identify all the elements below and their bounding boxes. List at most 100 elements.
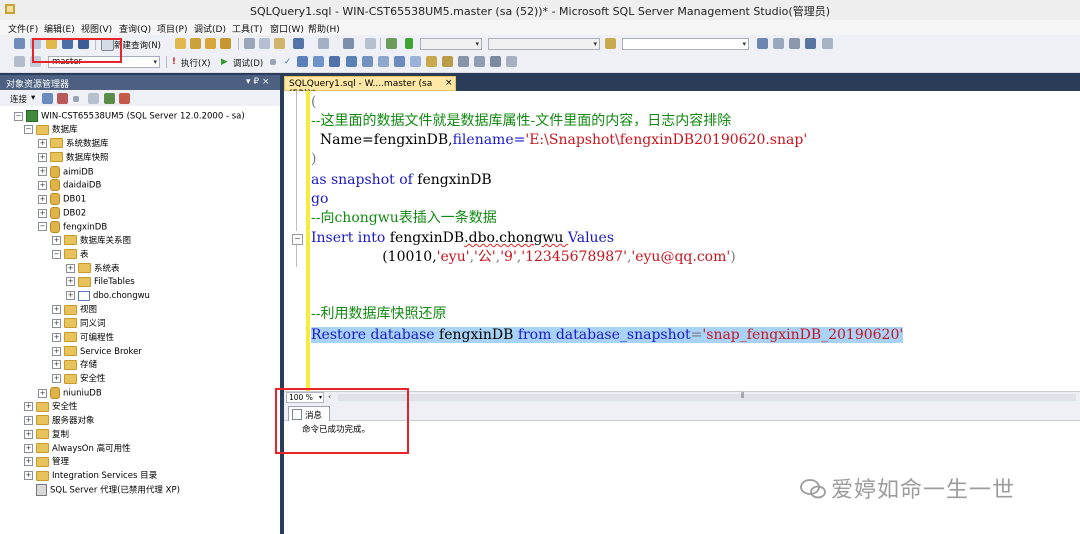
collapse-icon[interactable]: − [52,249,61,259]
tree-node[interactable]: + 视图 [52,304,97,317]
toolbar-options-2-icon[interactable] [506,56,517,67]
panel-pin-close-icons[interactable]: ▾ ₽ × [246,77,270,87]
tree-node[interactable]: + 安全性 [24,401,78,414]
display-plan-icon[interactable] [297,56,308,67]
tree-node[interactable]: + 数据库关系图 [52,235,131,248]
tree-node[interactable]: + Service Broker [52,346,142,359]
results-to-text-icon[interactable] [378,56,389,67]
stop-icon[interactable] [73,96,79,102]
filter-icon[interactable] [88,93,99,104]
solution-config-icon[interactable] [386,38,397,49]
connect-dropdown-icon[interactable]: ▾ [31,93,35,103]
menu-edit[interactable]: 编辑(E) [44,22,75,35]
solution-config-dropdown[interactable]: ▾ [420,38,482,50]
include-plan-icon[interactable] [346,56,357,67]
cut-icon[interactable] [244,38,255,49]
connect-explorer-icon[interactable] [42,93,53,104]
menu-file[interactable]: 文件(F) [8,22,38,35]
connect-icon[interactable] [14,56,25,67]
tree-node[interactable]: + Integration Services 目录 [24,470,157,483]
tree-node[interactable]: + 服务器对象 [24,415,95,428]
menu-query[interactable]: 查询(Q) [119,22,151,35]
results-to-file-icon[interactable] [410,56,421,67]
expand-icon[interactable]: + [38,167,47,177]
start-icon[interactable] [405,38,413,49]
tree-node[interactable]: + DB01 [38,193,86,206]
expand-icon[interactable]: + [66,291,75,301]
menu-tools[interactable]: 工具(T) [232,22,263,35]
connect-button[interactable]: 连接 [10,93,27,105]
expand-icon[interactable]: + [24,457,33,467]
collapse-icon[interactable]: − [38,222,47,232]
server-node[interactable]: − WIN-CST65538UM5 (SQL Server 12.0.2000 -… [14,110,245,123]
menu-debug[interactable]: 调试(D) [194,22,226,35]
copy-icon[interactable] [259,38,270,49]
disconnect-icon[interactable] [57,93,68,104]
query-designer-icon[interactable] [313,56,324,67]
tree-node[interactable]: + daidaiDB [38,179,101,192]
object-explorer-icon[interactable] [773,38,784,49]
collapse-icon[interactable]: − [14,111,23,121]
expand-icon[interactable]: + [24,415,33,425]
tree-node[interactable]: + 系统表 [66,263,120,276]
comment-icon[interactable] [426,56,437,67]
tree-node[interactable]: + 系统数据库 [38,138,109,151]
find-icon[interactable] [605,38,616,49]
menu-view[interactable]: 视图(V) [81,22,112,35]
expand-icon[interactable]: + [38,388,47,398]
tree-node[interactable]: + 安全性 [52,373,106,386]
tree-node[interactable]: + 复制 [24,429,69,442]
tree-node[interactable]: + dbo.chongwu [66,290,150,303]
expand-icon[interactable]: + [38,138,47,148]
tree-node[interactable]: + aimiDB [38,165,94,179]
menu-project[interactable]: 项目(P) [157,22,187,35]
activity-monitor-icon[interactable] [119,93,130,104]
outline-collapse-icon[interactable]: − [292,234,303,245]
specify-template-icon[interactable] [490,56,501,67]
tree-node[interactable]: SQL Server 代理(已禁用代理 XP) [24,484,180,497]
tree-node[interactable]: + 数据库快照 [38,152,109,165]
tree-node[interactable]: + FileTables [66,276,135,289]
query-editor[interactable]: − ( --这里面的数据文件就是数据库属性-文件里面的内容，日志内容排除 Nam… [284,91,1080,391]
refresh-icon[interactable] [104,93,115,104]
expand-icon[interactable]: + [24,443,33,453]
uncomment-icon[interactable] [442,56,453,67]
new-project-icon[interactable] [14,38,25,49]
tree-node[interactable]: − fengxinDB [38,220,107,234]
execute-button[interactable]: 执行(X) [181,57,210,69]
specify-values-icon[interactable] [329,56,340,67]
tree-node[interactable]: + 存储 [52,359,97,372]
expand-icon[interactable]: + [52,305,61,315]
expand-icon[interactable]: + [52,235,61,245]
menu-help[interactable]: 帮助(H) [308,22,340,35]
scroll-thumb-grip-icon[interactable]: ⦀ [741,391,745,401]
tree-node[interactable]: − 数据库 [24,124,78,137]
expand-icon[interactable]: + [38,194,47,204]
undo-icon[interactable] [293,38,304,49]
expand-icon[interactable]: + [24,402,33,411]
horizontal-scrollbar[interactable]: ⦀ [338,391,1076,401]
dmx-query-icon[interactable] [220,38,231,49]
tools-icon[interactable] [789,38,800,49]
find-dropdown[interactable]: ▾ [622,38,749,50]
window-icon[interactable] [805,38,816,49]
tree-node[interactable]: + DB02 [38,207,86,220]
tree-node[interactable]: + AlwaysOn 高可用性 [24,443,131,456]
tree-node[interactable]: + 同义词 [52,318,106,331]
decrease-indent-icon[interactable] [458,56,469,67]
toolbox-icon[interactable] [365,38,376,49]
expand-icon[interactable]: + [24,471,33,481]
expand-icon[interactable]: + [38,208,47,218]
tree-node[interactable]: + 可编程性 [52,332,114,345]
expand-icon[interactable]: + [38,152,47,162]
collapse-icon[interactable]: − [24,125,33,134]
expand-icon[interactable]: + [52,318,61,328]
include-stats-icon[interactable] [362,56,373,67]
navigate-backward-icon[interactable] [343,38,354,49]
db-engine-query-icon[interactable] [175,38,186,49]
expand-icon[interactable]: + [66,277,75,287]
tree-node[interactable]: − 表 [52,249,89,262]
expand-icon[interactable]: + [52,332,61,342]
expand-icon[interactable]: + [66,263,75,273]
expand-icon[interactable]: + [24,429,33,439]
